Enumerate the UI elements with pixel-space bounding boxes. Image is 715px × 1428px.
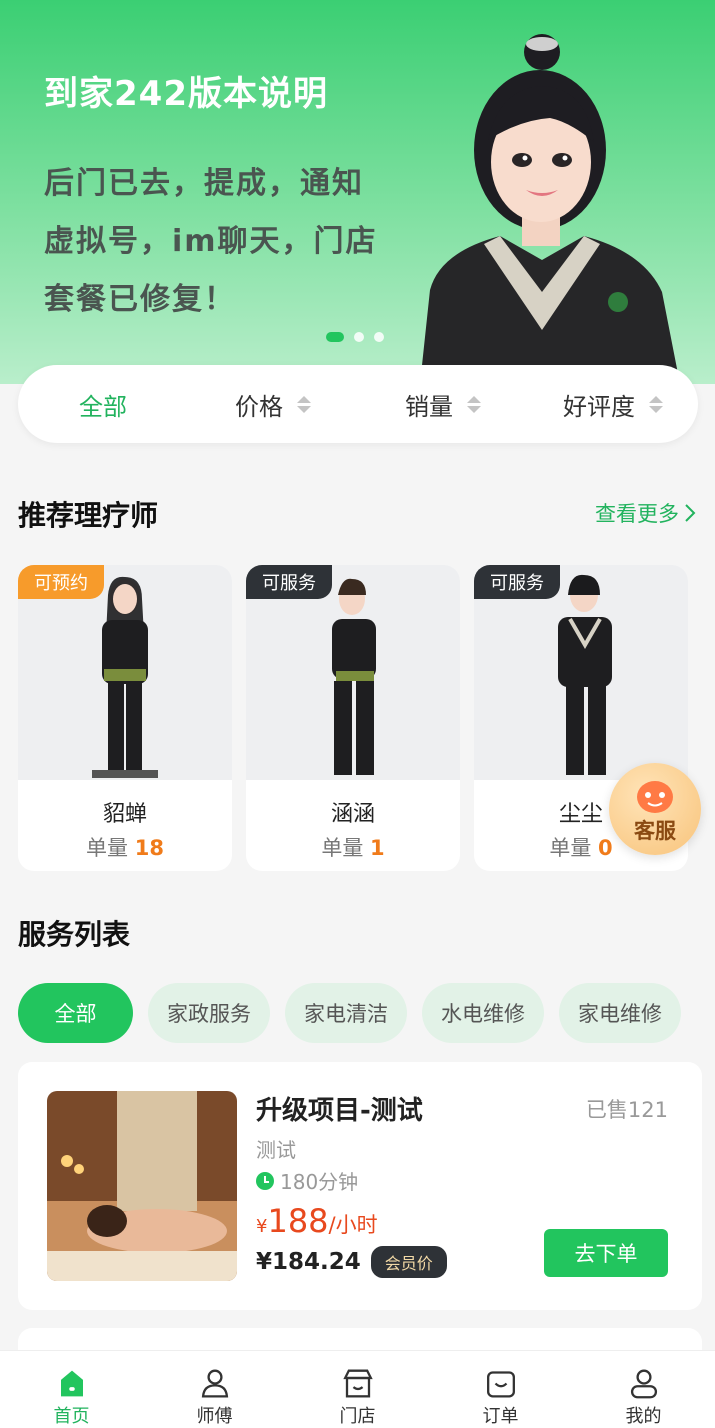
therapist-photo: 可服务 [246, 565, 460, 780]
status-badge: 可预约 [18, 565, 104, 599]
tab-orders[interactable]: 订单 [429, 1351, 572, 1428]
banner-portrait-image [420, 34, 680, 384]
section-title-services: 服务列表 [18, 918, 131, 951]
service-card[interactable]: 升级项目-测试 已售121 测试 180分钟 ¥188/小时 ¥184.24 会… [18, 1062, 702, 1310]
member-price-tag: 会员价 [370, 1246, 447, 1278]
customer-service-label: 客服 [634, 819, 676, 843]
member-price: ¥184.24 会员价 [256, 1246, 447, 1278]
home-icon [60, 1370, 83, 1397]
sort-arrows-icon [467, 395, 481, 413]
banner-text-line-1: 后门已去，提成，通知 [44, 166, 364, 201]
tab-master[interactable]: 师傅 [143, 1351, 286, 1428]
sort-bar: 全部 价格 销量 好评度 [18, 365, 698, 443]
therapist-order-count: 单量 18 [86, 836, 164, 860]
therapist-order-count: 单量 1 [321, 836, 385, 860]
banner-text-line-2: 虚拟号，im聊天，门店 [44, 224, 378, 259]
service-sold-count: 已售121 [585, 1098, 668, 1122]
therapist-name: 涵涵 [330, 802, 375, 827]
banner-text-line-3: 套餐已修复！ [44, 282, 236, 317]
service-image [47, 1091, 237, 1281]
sort-price-label: 价格 [235, 392, 283, 421]
category-chip[interactable]: 家电维修 [559, 983, 681, 1043]
status-badge: 可服务 [474, 565, 560, 599]
promo-banner[interactable]: 到家242版本说明 后门已去，提成，通知 虚拟号，im聊天，门店 套餐已修复！ [0, 0, 715, 384]
therapist-card[interactable]: 可预约 貂蝉 单量 18 [18, 565, 232, 871]
service-description: 测试 [256, 1138, 296, 1162]
carousel-dot[interactable] [374, 332, 384, 342]
sort-all-label: 全部 [79, 392, 127, 421]
sort-arrows-icon [649, 395, 663, 413]
tab-store[interactable]: 门店 [286, 1351, 429, 1428]
category-chip[interactable]: 家政服务 [148, 983, 270, 1043]
banner-title: 到家242版本说明 [44, 74, 328, 114]
clock-icon [256, 1171, 274, 1190]
category-chips: 全部 家政服务 家电清洁 水电维修 家电维修 [18, 983, 681, 1043]
view-more-link[interactable]: 查看更多 [595, 498, 697, 528]
tab-mine[interactable]: 我的 [572, 1351, 715, 1428]
section-title-therapists: 推荐理疗师 [18, 499, 159, 532]
customer-service-button[interactable]: 客服 [609, 763, 701, 855]
category-chip[interactable]: 水电维修 [422, 983, 544, 1043]
tab-home[interactable]: 首页 [0, 1351, 143, 1428]
therapist-photo: 可服务 [474, 565, 688, 780]
service-price: ¥188/小时 [256, 1202, 378, 1240]
status-badge: 可服务 [246, 565, 332, 599]
sort-rating[interactable]: 好评度 [528, 387, 698, 422]
service-title: 升级项目-测试 [256, 1096, 423, 1126]
sort-rating-label: 好评度 [563, 392, 635, 421]
service-duration: 180分钟 [256, 1166, 358, 1195]
sort-sales-label: 销量 [405, 392, 453, 421]
mascot-icon [637, 781, 673, 813]
orders-icon [486, 1371, 515, 1398]
bottom-tab-bar: 首页 师傅 门店 订单 我的 [0, 1350, 715, 1428]
profile-icon [630, 1369, 657, 1399]
sort-all[interactable]: 全部 [18, 387, 188, 422]
therapist-card[interactable]: 可服务 涵涵 单量 1 [246, 565, 460, 871]
place-order-button[interactable]: 去下单 [544, 1229, 668, 1277]
category-chip-all[interactable]: 全部 [18, 983, 133, 1043]
view-more-label: 查看更多 [595, 502, 679, 526]
carousel-indicator [326, 332, 384, 342]
sort-sales[interactable]: 销量 [358, 387, 528, 422]
sort-price[interactable]: 价格 [188, 387, 358, 422]
sort-arrows-icon [297, 395, 311, 413]
therapist-name: 貂蝉 [102, 802, 147, 827]
chevron-right-icon [685, 504, 696, 522]
therapist-photo: 可预约 [18, 565, 232, 780]
store-icon [342, 1369, 373, 1398]
category-chip[interactable]: 家电清洁 [285, 983, 407, 1043]
carousel-dot[interactable] [354, 332, 364, 342]
master-icon [201, 1369, 228, 1398]
carousel-dot-active[interactable] [326, 332, 344, 342]
